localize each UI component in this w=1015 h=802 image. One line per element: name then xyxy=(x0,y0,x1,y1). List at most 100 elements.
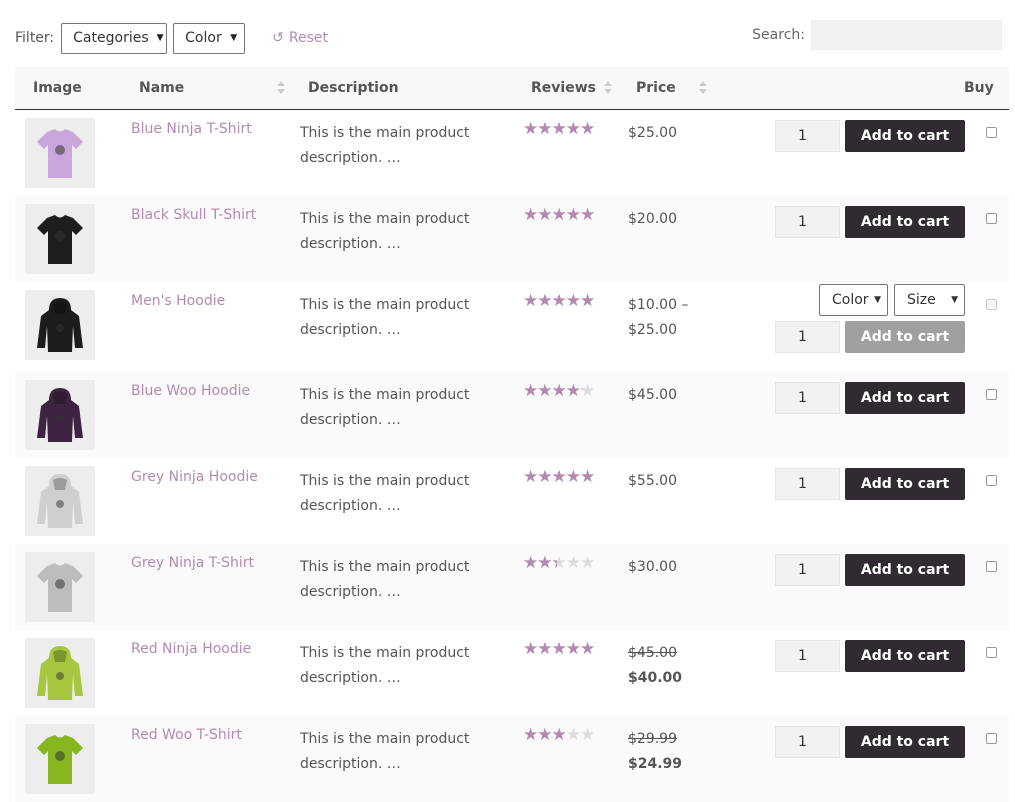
add-to-cart-button[interactable]: Add to cart xyxy=(845,206,965,238)
product-sale-price: $45.00 $40.00 xyxy=(628,641,682,691)
buy-checkbox[interactable] xyxy=(986,475,997,486)
product-image[interactable] xyxy=(25,724,95,794)
product-description: This is the main product description. … xyxy=(300,727,500,777)
product-name-link[interactable]: Grey Ninja Hoodie xyxy=(131,469,258,485)
buy-checkbox[interactable] xyxy=(986,647,997,658)
description-line: This is the main product xyxy=(300,125,470,141)
table-row: Grey Ninja Hoodie This is the main produ… xyxy=(15,458,1009,544)
product-name-link[interactable]: Men's Hoodie xyxy=(131,293,225,309)
original-price: $45.00 xyxy=(628,645,677,661)
product-description: This is the main product description. … xyxy=(300,469,500,519)
buy-checkbox[interactable] xyxy=(986,213,997,224)
product-price: $20.00 xyxy=(628,211,677,227)
product-sale-price: $29.99 $24.99 xyxy=(628,727,682,777)
categories-filter-value: Categories xyxy=(73,30,149,46)
buy-checkbox[interactable] xyxy=(986,733,997,744)
add-to-cart-button[interactable]: Add to cart xyxy=(845,382,965,414)
quantity-input[interactable]: 1 xyxy=(775,640,840,672)
buy-checkbox[interactable] xyxy=(986,127,997,138)
variation-color-select[interactable]: Color ▼ xyxy=(819,284,888,316)
variation-size-select[interactable]: Size ▼ xyxy=(894,284,965,316)
star-icons-filled: ★★★★★ xyxy=(523,554,557,572)
quantity-input[interactable]: 1 xyxy=(775,382,840,414)
table-header: Image Name Description Reviews Price Buy xyxy=(15,67,1009,110)
description-line: This is the main product xyxy=(300,731,470,747)
star-rating: ★★★★★★★★★★ xyxy=(523,382,608,400)
buy-checkbox[interactable] xyxy=(986,299,997,310)
star-rating: ★★★★★★★★★★ xyxy=(523,554,608,572)
description-line: This is the main product xyxy=(300,645,470,661)
description-line: This is the main product xyxy=(300,559,470,575)
buy-checkbox[interactable] xyxy=(986,561,997,572)
add-to-cart-button[interactable]: Add to cart xyxy=(845,554,965,586)
column-header-price[interactable]: Price xyxy=(636,67,676,109)
product-name-link[interactable]: Blue Ninja T-Shirt xyxy=(131,121,252,137)
product-description: This is the main product description. … xyxy=(300,641,500,691)
star-icons-filled: ★★★★★ xyxy=(523,382,583,400)
add-to-cart-button[interactable]: Add to cart xyxy=(845,726,965,758)
description-line: This is the main product xyxy=(300,473,470,489)
quantity-input[interactable]: 1 xyxy=(775,206,840,238)
table-row: Blue Ninja T-Shirt This is the main prod… xyxy=(15,110,1009,196)
quantity-input[interactable]: 1 xyxy=(775,554,840,586)
column-header-buy: Buy xyxy=(964,80,994,96)
product-image[interactable] xyxy=(25,118,95,188)
search-input[interactable] xyxy=(811,20,1002,50)
star-rating: ★★★★★★★★★★ xyxy=(523,206,608,224)
description-line: description. … xyxy=(300,412,401,428)
sort-icon[interactable] xyxy=(277,81,285,95)
product-image[interactable] xyxy=(25,638,95,708)
table-row: Blue Woo Hoodie This is the main product… xyxy=(15,372,1009,458)
star-icons-filled: ★★★★★ xyxy=(523,640,595,658)
product-name-link[interactable]: Grey Ninja T-Shirt xyxy=(131,555,254,571)
add-to-cart-button[interactable]: Add to cart xyxy=(845,468,965,500)
product-image[interactable] xyxy=(25,290,95,360)
quantity-input[interactable]: 1 xyxy=(775,468,840,500)
table-row: Red Woo T-Shirt This is the main product… xyxy=(15,716,1009,802)
buy-checkbox[interactable] xyxy=(986,389,997,400)
quantity-input[interactable]: 1 xyxy=(775,321,840,353)
description-line: This is the main product xyxy=(300,211,470,227)
product-name-link[interactable]: Black Skull T-Shirt xyxy=(131,207,256,223)
product-name-link[interactable]: Blue Woo Hoodie xyxy=(131,383,250,399)
variation-size-value: Size xyxy=(907,292,936,308)
categories-filter-select[interactable]: Categories ▼ xyxy=(61,22,168,54)
product-price: $30.00 xyxy=(628,559,677,575)
add-to-cart-button[interactable]: Add to cart xyxy=(845,321,965,353)
quantity-input[interactable]: 1 xyxy=(775,120,840,152)
column-header-name[interactable]: Name xyxy=(139,67,184,109)
description-line: description. … xyxy=(300,322,401,338)
table-row: Grey Ninja T-Shirt This is the main prod… xyxy=(15,544,1009,630)
table-row: Men's Hoodie This is the main product des… xyxy=(15,282,1009,372)
product-name-link[interactable]: Red Woo T-Shirt xyxy=(131,727,242,743)
filter-label: Filter: xyxy=(15,30,55,46)
reset-link[interactable]: ↺ Reset xyxy=(272,30,328,46)
star-icons-filled: ★★★★★ xyxy=(523,468,595,486)
star-rating: ★★★★★★★★★★ xyxy=(523,640,608,658)
sort-icon[interactable] xyxy=(604,81,612,95)
product-image[interactable] xyxy=(25,204,95,274)
description-line: This is the main product xyxy=(300,387,470,403)
product-image[interactable] xyxy=(25,466,95,536)
product-image[interactable] xyxy=(25,380,95,450)
star-icons-filled: ★★★★★ xyxy=(523,120,595,138)
description-line: description. … xyxy=(300,150,401,166)
sale-price: $40.00 xyxy=(628,670,683,686)
product-table-page: Filter: Categories ▼ Color ▼ ↺ Reset Sea… xyxy=(0,0,1015,802)
sale-price: $24.99 xyxy=(628,756,683,772)
quantity-input[interactable]: 1 xyxy=(775,726,840,758)
sort-icon[interactable] xyxy=(699,81,707,95)
undo-icon: ↺ xyxy=(272,30,284,46)
product-image[interactable] xyxy=(25,552,95,622)
original-price: $29.99 xyxy=(628,731,677,747)
add-to-cart-button[interactable]: Add to cart xyxy=(845,120,965,152)
chevron-down-icon: ▼ xyxy=(230,33,238,43)
product-name-link[interactable]: Red Ninja Hoodie xyxy=(131,641,251,657)
table-row: Black Skull T-Shirt This is the main pro… xyxy=(15,196,1009,282)
add-to-cart-button[interactable]: Add to cart xyxy=(845,640,965,672)
column-header-description: Description xyxy=(308,80,399,96)
description-line: description. … xyxy=(300,236,401,252)
color-filter-select[interactable]: Color ▼ xyxy=(173,22,246,54)
star-icons-filled: ★★★★★ xyxy=(523,292,595,310)
column-header-reviews[interactable]: Reviews xyxy=(531,67,596,109)
